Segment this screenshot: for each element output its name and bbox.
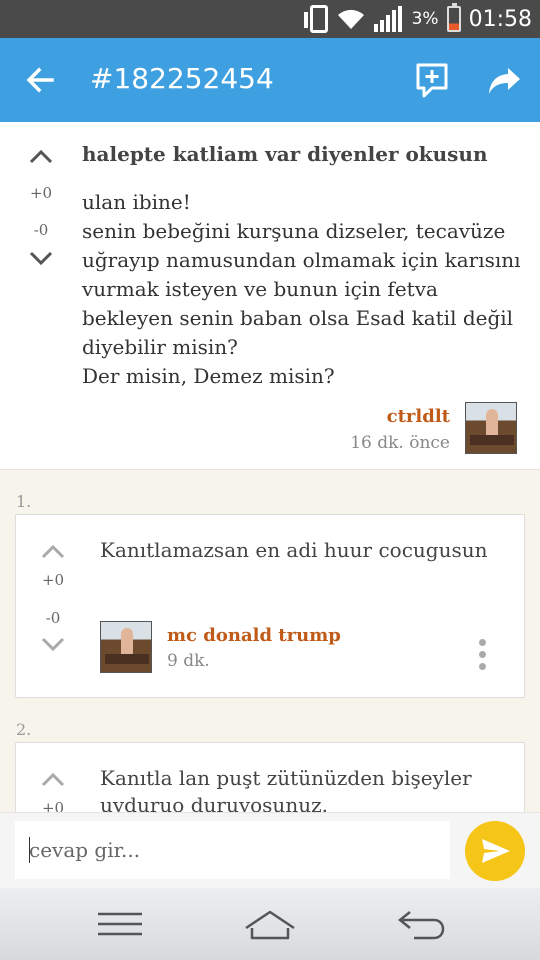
comment-number: 1. xyxy=(16,492,32,511)
post-vote-column: +0 -0 xyxy=(16,148,66,267)
avatar[interactable] xyxy=(100,621,152,673)
upvote-icon[interactable] xyxy=(40,771,66,787)
post-body: ulan ibine! senin bebeğini kurşuna dizse… xyxy=(82,190,521,388)
comment-author[interactable]: mc donald trump xyxy=(167,625,341,646)
post-author[interactable]: ctrldlt xyxy=(387,406,450,427)
text-caret xyxy=(29,837,30,863)
downvote-count: -0 xyxy=(33,221,49,239)
comment-card: +0 -0 Kanıtlamazsan en adi huur cocugusu… xyxy=(15,514,525,698)
upvote-count: +0 xyxy=(41,571,65,589)
downvote-count: -0 xyxy=(45,609,61,627)
more-vert-icon[interactable] xyxy=(479,639,489,675)
comment-text: Kanıtlamazsan en adi huur cocugusun xyxy=(100,538,488,562)
app-bar: #182252454 xyxy=(0,38,540,122)
home-icon[interactable] xyxy=(242,906,298,942)
send-icon xyxy=(482,839,510,863)
post-time: 16 dk. önce xyxy=(350,433,450,453)
battery-percent: 3% xyxy=(411,9,439,29)
comment-number: 2. xyxy=(16,720,32,739)
comment-text: Kanıtla lan puşt zütünüzden bişeyler uyd… xyxy=(100,766,472,812)
post-title: halepte katliam var diyenler okusun xyxy=(82,142,488,166)
comments-list: 1. +0 -0 Kanıtlamazsan en adi huur cocug… xyxy=(0,470,540,812)
comment-vote-column: +0 xyxy=(28,771,78,812)
battery-icon xyxy=(446,3,461,32)
system-nav-bar xyxy=(0,888,540,960)
upvote-count: +0 xyxy=(41,799,65,812)
page-title: #182252454 xyxy=(90,62,274,95)
arrow-left-icon[interactable] xyxy=(20,60,60,100)
avatar[interactable] xyxy=(465,402,517,454)
menu-icon[interactable] xyxy=(92,906,148,942)
reply-bar xyxy=(0,812,540,888)
reply-input[interactable] xyxy=(15,821,450,879)
wifi-icon xyxy=(337,9,364,29)
share-icon[interactable] xyxy=(484,60,524,100)
comment-time: 9 dk. xyxy=(167,651,210,671)
status-bar: 3% 01:58 xyxy=(0,0,540,38)
signal-icon xyxy=(373,6,402,32)
add-comment-icon[interactable] xyxy=(412,60,452,100)
downvote-icon[interactable] xyxy=(40,637,66,653)
comment-card: +0 Kanıtla lan puşt zütünüzden bişeyler … xyxy=(15,742,525,812)
upvote-icon[interactable] xyxy=(40,543,66,559)
upvote-icon[interactable] xyxy=(28,148,54,164)
send-button[interactable] xyxy=(465,821,525,881)
comment-vote-column: +0 -0 xyxy=(28,543,78,653)
downvote-icon[interactable] xyxy=(28,251,54,267)
upvote-count: +0 xyxy=(29,184,53,202)
post: +0 -0 halepte katliam var diyenler okusu… xyxy=(0,122,540,470)
back-icon[interactable] xyxy=(394,906,450,942)
vibrate-icon xyxy=(303,5,328,33)
clock: 01:58 xyxy=(468,6,532,32)
